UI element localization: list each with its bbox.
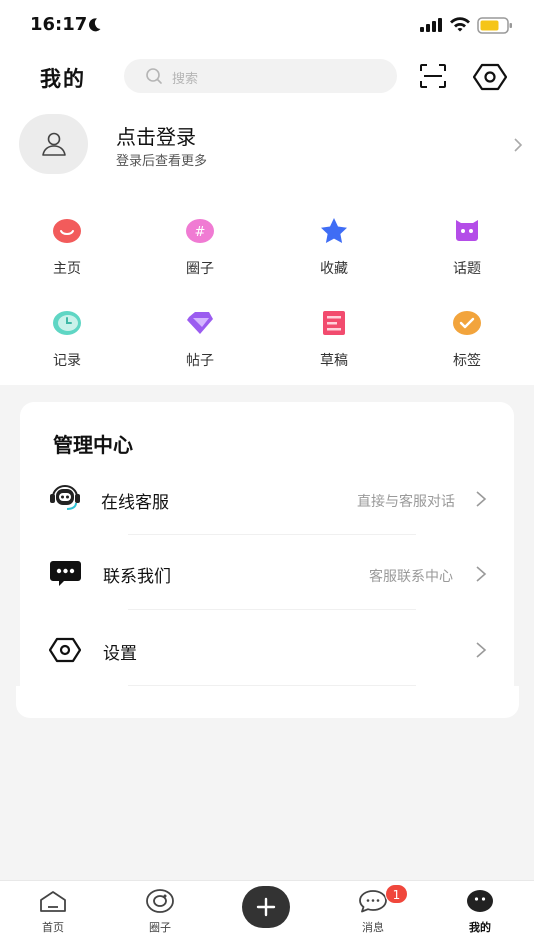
moon-icon: [89, 18, 101, 32]
shortcut-drafts[interactable]: 草稿: [284, 308, 384, 370]
battery-icon: [477, 17, 512, 34]
profile-face-icon: [467, 890, 493, 912]
svg-text:#: #: [195, 225, 206, 240]
wifi-icon: [450, 17, 470, 32]
row-label: 联系我们: [103, 567, 171, 587]
login-title[interactable]: 点击登录: [116, 121, 196, 150]
search-icon: [146, 68, 162, 84]
row-online-service[interactable]: 在线客服 直接与客服对话: [40, 476, 500, 522]
search-placeholder: 搜索: [172, 72, 199, 87]
row-label: 在线客服: [101, 493, 169, 513]
shortcut-topics[interactable]: 话题: [417, 216, 517, 278]
login-subtitle: 登录后查看更多: [116, 154, 208, 169]
shortcut-favorites[interactable]: 收藏: [284, 216, 384, 278]
shortcut-label: 圈子: [186, 261, 214, 277]
shortcut-label: 收藏: [320, 261, 348, 277]
draft-icon: [323, 311, 345, 335]
chevron-right-icon: [476, 642, 487, 658]
shortcut-posts[interactable]: 帖子: [150, 308, 250, 370]
search-input[interactable]: [124, 59, 397, 93]
signal-icon: [420, 18, 442, 32]
star-icon: [321, 218, 347, 243]
nav-label: 圈子: [149, 921, 171, 934]
shortcut-tags[interactable]: 标签: [417, 308, 517, 370]
avatar[interactable]: [19, 114, 88, 174]
plus-icon: [256, 897, 276, 917]
nav-home[interactable]: 首页: [23, 889, 83, 935]
shortcut-label: 主页: [53, 261, 81, 277]
nav-label: 我的: [469, 921, 491, 934]
hashtag-icon: #: [186, 219, 214, 243]
nav-profile[interactable]: 我的: [450, 889, 510, 935]
divider: [128, 534, 416, 535]
create-post-button[interactable]: [242, 886, 290, 928]
nav-label: 首页: [42, 921, 64, 934]
message-bubble-icon: [359, 890, 387, 913]
unread-badge: 1: [385, 884, 408, 904]
row-contact-us[interactable]: 联系我们 客服联系中心: [40, 551, 500, 597]
nav-circle[interactable]: 圈子: [130, 889, 190, 935]
user-icon: [42, 132, 66, 156]
chevron-right-icon[interactable]: [513, 137, 523, 153]
management-title: 管理中心: [53, 433, 133, 457]
circle-icon: [146, 889, 174, 913]
chevron-right-icon: [476, 491, 487, 507]
status-time: 16:17: [30, 14, 88, 35]
shortcut-label: 帖子: [186, 353, 214, 369]
shortcut-label: 草稿: [320, 353, 348, 369]
row-hint: 直接与客服对话: [357, 494, 455, 510]
shortcut-records[interactable]: 记录: [17, 308, 117, 370]
check-badge-icon: [453, 311, 481, 335]
chevron-right-icon: [476, 566, 487, 582]
shortcut-home[interactable]: 主页: [17, 216, 117, 278]
nav-label: 消息: [362, 921, 384, 934]
shortcut-label: 话题: [453, 261, 481, 277]
home-icon: [40, 891, 66, 912]
settings-icon: [49, 637, 81, 663]
divider: [128, 685, 416, 686]
gem-icon: [187, 312, 213, 334]
shortcut-label: 记录: [53, 353, 81, 369]
smile-icon: [53, 219, 81, 243]
clock-icon: [53, 311, 81, 335]
row-settings[interactable]: 设置: [40, 627, 500, 673]
divider: [128, 609, 416, 610]
row-hint: 客服联系中心: [369, 569, 453, 585]
robot-headset-icon: [50, 485, 80, 510]
settings-icon[interactable]: [473, 63, 507, 91]
message-icon: [50, 561, 81, 586]
scan-icon[interactable]: [419, 63, 447, 89]
page-title: 我的: [40, 67, 86, 91]
chat-bubble-icon: [456, 220, 478, 241]
shortcut-circle[interactable]: # 圈子: [150, 216, 250, 278]
shortcut-label: 标签: [453, 353, 481, 369]
row-label: 设置: [103, 644, 137, 664]
